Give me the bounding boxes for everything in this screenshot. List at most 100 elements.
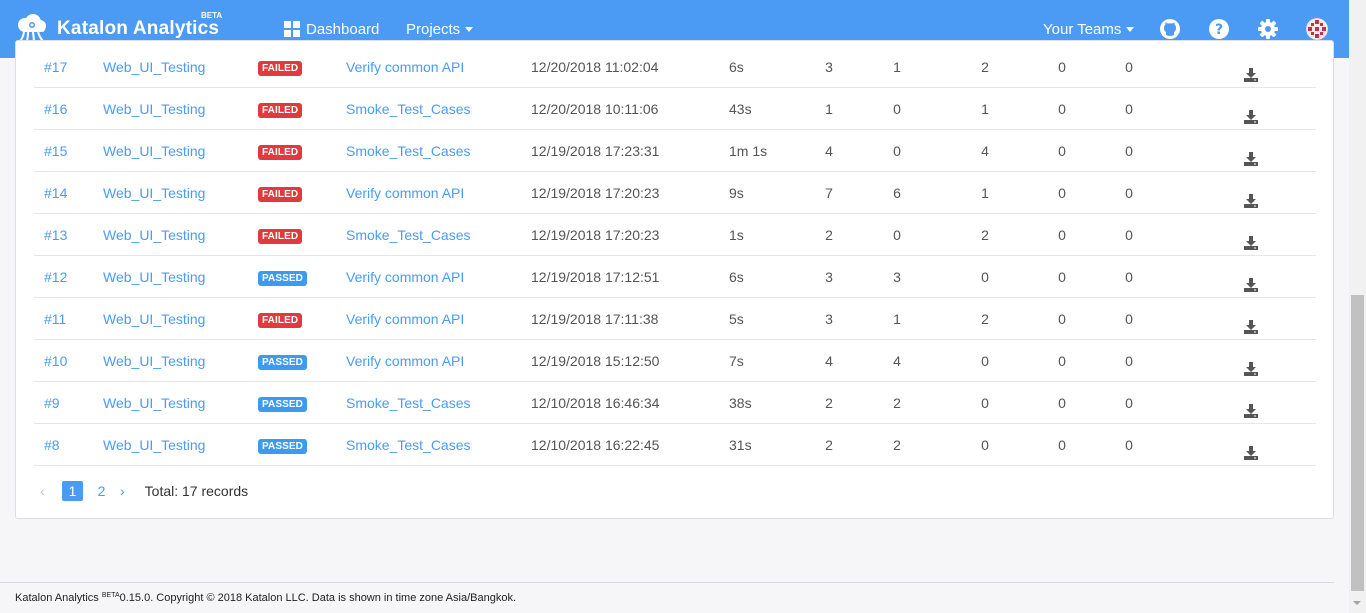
- duration: 1s: [729, 227, 744, 243]
- test-suite-link[interactable]: Verify common API: [346, 46, 464, 88]
- error-count: 0: [1058, 185, 1066, 201]
- executions-table: #17 Web_UI_Testing FAILED Verify common API…: [34, 46, 1316, 466]
- test-suite-link[interactable]: Smoke_Test_Cases: [346, 382, 471, 424]
- total-count: 7: [825, 185, 833, 201]
- page-2-button[interactable]: 2: [91, 481, 112, 501]
- error-count: 0: [1058, 143, 1066, 159]
- status-badge: FAILED: [258, 228, 303, 244]
- download-icon[interactable]: [1244, 236, 1258, 250]
- duration: 6s: [729, 59, 744, 75]
- failed-count: 1: [981, 101, 989, 117]
- user-avatar[interactable]: [1306, 18, 1328, 40]
- table-row: #16 Web_UI_Testing FAILED Smoke_Test_Cases 1…: [34, 88, 1316, 130]
- download-icon[interactable]: [1244, 152, 1258, 166]
- test-suite-link[interactable]: Smoke_Test_Cases: [346, 130, 471, 172]
- start-time: 12/19/2018 17:20:23: [531, 227, 660, 243]
- execution-id-link[interactable]: #15: [44, 130, 67, 172]
- test-suite-link[interactable]: Verify common API: [346, 340, 464, 382]
- download-icon[interactable]: [1244, 446, 1258, 460]
- incomplete-count: 0: [1125, 395, 1133, 411]
- test-suite-link[interactable]: Smoke_Test_Cases: [346, 88, 471, 130]
- execution-id-link[interactable]: #12: [44, 256, 67, 298]
- total-count: 2: [825, 437, 833, 453]
- start-time: 12/19/2018 17:11:38: [531, 311, 659, 327]
- download-icon[interactable]: [1244, 362, 1258, 376]
- prev-page-icon: ‹: [40, 483, 45, 499]
- execution-id-link[interactable]: #17: [44, 46, 67, 88]
- download-icon[interactable]: [1244, 320, 1258, 334]
- failed-count: 2: [981, 311, 989, 327]
- incomplete-count: 0: [1125, 353, 1133, 369]
- project-link[interactable]: Web_UI_Testing: [103, 256, 205, 298]
- test-suite-link[interactable]: Verify common API: [346, 172, 464, 214]
- project-link[interactable]: Web_UI_Testing: [103, 46, 205, 88]
- table-row: #11 Web_UI_Testing FAILED Verify common API…: [34, 298, 1316, 340]
- test-suite-link[interactable]: Smoke_Test_Cases: [346, 424, 471, 466]
- table-row: #9 Web_UI_Testing PASSED Smoke_Test_Cases 12…: [34, 382, 1316, 424]
- execution-id-link[interactable]: #13: [44, 214, 67, 256]
- status-badge: PASSED: [258, 354, 307, 370]
- duration: 5s: [729, 311, 744, 327]
- next-page-icon[interactable]: ›: [120, 483, 125, 499]
- status-badge: FAILED: [258, 186, 303, 202]
- page-1-button[interactable]: 1: [62, 481, 83, 501]
- table-row: #17 Web_UI_Testing FAILED Verify common API…: [34, 46, 1316, 88]
- duration: 6s: [729, 269, 744, 285]
- duration: 1m 1s: [729, 143, 768, 159]
- download-icon[interactable]: [1244, 194, 1258, 208]
- start-time: 12/20/2018 10:11:06: [531, 101, 659, 117]
- scroll-down-arrow-icon[interactable]: [1353, 601, 1361, 605]
- start-time: 12/20/2018 11:02:04: [531, 59, 659, 75]
- execution-id-link[interactable]: #14: [44, 172, 67, 214]
- execution-id-link[interactable]: #8: [44, 424, 60, 466]
- execution-id-link[interactable]: #11: [44, 298, 66, 340]
- download-icon[interactable]: [1244, 404, 1258, 418]
- page-scrollbar[interactable]: [1349, 0, 1366, 613]
- project-link[interactable]: Web_UI_Testing: [103, 130, 205, 172]
- project-link[interactable]: Web_UI_Testing: [103, 382, 205, 424]
- table-row: #10 Web_UI_Testing PASSED Verify common API…: [34, 340, 1316, 382]
- help-icon[interactable]: ?: [1208, 18, 1230, 40]
- status-badge: PASSED: [258, 396, 307, 412]
- status-cell: PASSED: [258, 382, 307, 424]
- execution-id-link[interactable]: #16: [44, 88, 67, 130]
- table-row: #8 Web_UI_Testing PASSED Smoke_Test_Cases 12…: [34, 424, 1316, 466]
- table-row: #14 Web_UI_Testing FAILED Verify common API…: [34, 172, 1316, 214]
- passed-count: 3: [893, 269, 901, 285]
- download-cell: [1244, 214, 1260, 256]
- failed-count: 0: [981, 353, 989, 369]
- passed-count: 0: [893, 101, 901, 117]
- project-link[interactable]: Web_UI_Testing: [103, 172, 205, 214]
- gear-icon[interactable]: [1257, 18, 1279, 40]
- project-link[interactable]: Web_UI_Testing: [103, 214, 205, 256]
- brand-beta-label: BETA: [201, 11, 223, 20]
- incomplete-count: 0: [1125, 101, 1133, 117]
- project-link[interactable]: Web_UI_Testing: [103, 88, 205, 130]
- scrollbar-thumb[interactable]: [1351, 295, 1364, 591]
- test-suite-link[interactable]: Verify common API: [346, 298, 464, 340]
- total-count: 2: [825, 227, 833, 243]
- start-time: 12/19/2018 17:23:31: [531, 143, 660, 159]
- download-cell: [1244, 340, 1260, 382]
- execution-id-link[interactable]: #9: [44, 382, 60, 424]
- total-count: 3: [825, 269, 833, 285]
- footer-divider: [0, 582, 1334, 583]
- download-icon[interactable]: [1244, 110, 1258, 124]
- footer: Katalon Analytics BETA0.15.0. Copyright …: [15, 592, 516, 604]
- download-icon[interactable]: [1244, 278, 1258, 292]
- incomplete-count: 0: [1125, 311, 1133, 327]
- project-link[interactable]: Web_UI_Testing: [103, 340, 205, 382]
- test-suite-link[interactable]: Verify common API: [346, 256, 464, 298]
- total-count: 4: [825, 353, 833, 369]
- footer-text: 0.15.0. Copyright © 2018 Katalon LLC. Da…: [119, 592, 517, 604]
- download-icon[interactable]: [1244, 68, 1258, 82]
- error-count: 0: [1058, 437, 1066, 453]
- execution-id-link[interactable]: #10: [44, 340, 67, 382]
- project-link[interactable]: Web_UI_Testing: [103, 424, 205, 466]
- caret-down-icon: [1126, 27, 1135, 32]
- test-suite-link[interactable]: Smoke_Test_Cases: [346, 214, 471, 256]
- github-icon[interactable]: [1159, 18, 1181, 40]
- passed-count: 4: [893, 353, 901, 369]
- failed-count: 4: [981, 143, 989, 159]
- project-link[interactable]: Web_UI_Testing: [103, 298, 205, 340]
